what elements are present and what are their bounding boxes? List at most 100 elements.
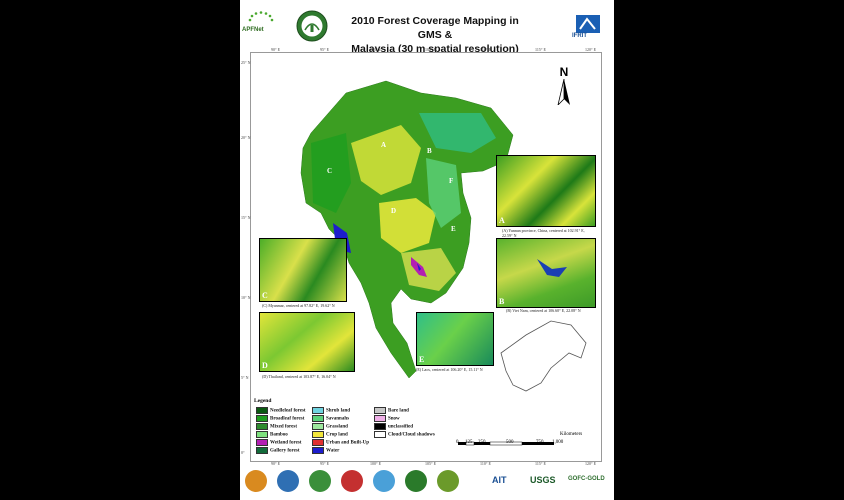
legend-item: Mixed forest: [256, 423, 297, 430]
legend-item: Shrub land: [312, 407, 350, 414]
legend-swatch: [312, 431, 324, 438]
agency-emblem: [296, 10, 328, 46]
legend-item: Bare land: [374, 407, 409, 414]
lon-tick: 95° E: [320, 47, 330, 52]
legend-label: Water: [326, 448, 340, 454]
lat-tick: 5° N: [241, 375, 249, 380]
legend-label: Savannahs: [326, 416, 350, 422]
lat-tick: 10° N: [241, 295, 251, 300]
partner-logos-graphic: [245, 470, 459, 492]
inset-map-d: D: [259, 312, 355, 372]
apfnet-label: APFNet: [242, 27, 264, 33]
scale-tick: 1,000: [552, 440, 564, 445]
partner-logos: AIT USGS GOFC-GOLD: [240, 466, 614, 496]
lon-tick: 120° E: [585, 47, 597, 52]
inset-map-a: A: [496, 155, 596, 227]
borneo-outline: [500, 320, 587, 392]
inset-caption-b: (B) Viet Nam, centered at 106.60° E, 22.…: [506, 308, 581, 313]
region-label-f: F: [449, 177, 453, 185]
inset-caption-a: (A) Yunnan province, China, centered at …: [502, 228, 585, 238]
inset-letter-d: D: [262, 361, 268, 370]
ifrit-label: IFRIT: [572, 33, 587, 39]
region-label-c: C: [327, 167, 332, 175]
inset-letter-c: C: [262, 291, 268, 300]
ifrit-logo-graphic: [576, 15, 600, 33]
legend-swatch: [312, 439, 324, 446]
legend-label: Gallery forest: [270, 448, 300, 454]
legend-title: Legend: [254, 398, 272, 404]
legend-item: Wetland forest: [256, 439, 301, 446]
legend-label: Mixed forest: [270, 424, 297, 430]
scale-tick: 0: [456, 440, 459, 445]
legend-label: Cloud/Cloud shadows: [388, 432, 435, 438]
ait-logo: AIT: [492, 475, 507, 485]
legend-swatch: [256, 415, 268, 422]
legend-label: Wetland forest: [270, 440, 302, 446]
region-label-e: E: [451, 225, 456, 233]
usgs-logo: USGS: [530, 475, 556, 485]
legend-item: Grassland: [312, 423, 348, 430]
legend-label: Bamboo: [270, 432, 288, 438]
legend-swatch: [256, 439, 268, 446]
legend-item: Water: [312, 447, 339, 454]
legend-label: Grassland: [326, 424, 348, 430]
inset-b-reservoir: [537, 259, 567, 277]
legend-item: Broadleaf forest: [256, 415, 304, 422]
legend-swatch: [312, 407, 324, 414]
legend-item: Needleleaf forest: [256, 407, 306, 414]
legend-label: Bare land: [388, 408, 409, 414]
legend-label: Broadleaf forest: [270, 416, 305, 422]
legend-swatch: [256, 423, 268, 430]
inset-caption-e: (E) Laos, centered at 106.20° E, 15.11° …: [416, 367, 483, 372]
legend-swatch: [256, 431, 268, 438]
legend-swatch: [256, 407, 268, 414]
scale-tick: 250: [478, 440, 486, 445]
inset-map-c: C: [259, 238, 347, 302]
scale-tick: 500: [506, 440, 514, 445]
legend-item: Snow: [374, 415, 400, 422]
legend-swatch: [374, 431, 386, 438]
title-line-1: 2010 Forest Coverage Mapping in GMS &: [351, 15, 519, 41]
legend-swatch: [312, 415, 324, 422]
lat-tick: 0°: [241, 450, 245, 455]
legend-swatch: [374, 415, 386, 422]
lon-tick: 105° E: [425, 47, 437, 52]
legend-item: unclassified: [374, 423, 413, 430]
lon-tick: 90° E: [271, 47, 281, 52]
inset-letter-b: B: [499, 297, 505, 306]
legend-item: Urban and Built-Up: [312, 439, 369, 446]
inset-letter-e: E: [419, 355, 425, 364]
legend-swatch: [256, 447, 268, 454]
inset-map-e: E: [416, 312, 494, 366]
lat-tick: 20° N: [241, 135, 251, 140]
legend-item: Savannahs: [312, 415, 349, 422]
legend-item: Bamboo: [256, 431, 288, 438]
inset-letter-a: A: [499, 216, 505, 225]
north-label: N: [559, 65, 569, 79]
inset-map-b: B: [496, 238, 596, 308]
legend-swatch: [312, 423, 324, 430]
legend-label: Snow: [388, 416, 400, 422]
legend-swatch: [374, 407, 386, 414]
scale-unit: Kilometers: [560, 432, 583, 437]
north-arrow-icon: [557, 78, 570, 107]
emblem-graphic: [296, 10, 328, 42]
scale-tick: 125: [465, 440, 473, 445]
region-label-b: B: [427, 147, 432, 155]
legend-label: Needleleaf forest: [270, 408, 306, 414]
legend-label: Urban and Built-Up: [326, 440, 370, 446]
lat-tick: 15° N: [241, 215, 251, 220]
map-poster: APFNet 2010 Forest Coverage Mapping in G…: [240, 0, 614, 500]
inset-caption-c: (C) Myanmar, centered at 97.82° E, 19.62…: [262, 303, 335, 308]
apfnet-logo-graphic: [248, 11, 274, 22]
lon-tick: 115° E: [535, 47, 546, 52]
lon-tick: 100° E: [370, 47, 382, 52]
legend-item: Cloud/Cloud shadows: [374, 431, 435, 438]
lon-tick: 110° E: [480, 47, 491, 52]
legend-label: unclassified: [388, 424, 414, 430]
inset-caption-d: (D) Thailand, centered at 103.87° E, 16.…: [262, 374, 336, 379]
legend-swatch: [312, 447, 324, 454]
legend-item: Gallery forest: [256, 447, 299, 454]
legend-label: Shrub land: [326, 408, 351, 414]
scale-tick: 750: [536, 440, 544, 445]
